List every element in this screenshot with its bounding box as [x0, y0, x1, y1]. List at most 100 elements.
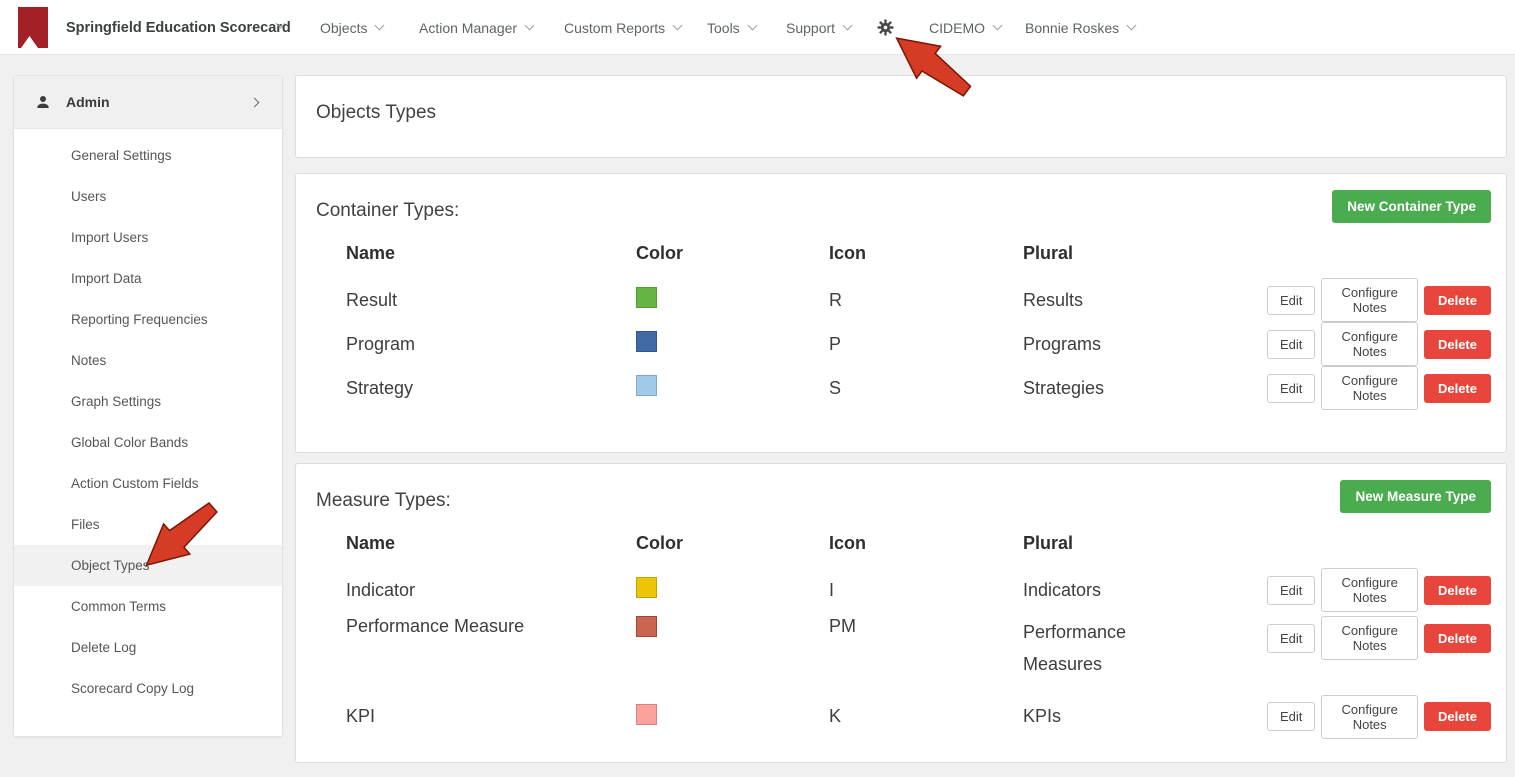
sidebar-item-graph-settings[interactable]: Graph Settings — [14, 381, 282, 422]
table-row-strategy: Strategy S Strategies Edit Configure Not… — [346, 366, 1491, 410]
nav-custom-reports[interactable]: Custom Reports — [564, 0, 683, 55]
sidebar-item-label: Users — [71, 189, 107, 204]
sidebar-item-label: Delete Log — [71, 640, 137, 655]
edit-button[interactable]: Edit — [1267, 702, 1316, 732]
sidebar-item-label: Global Color Bands — [71, 435, 189, 450]
sidebar-item-common-terms[interactable]: Common Terms — [14, 586, 282, 627]
sidebar-item-notes[interactable]: Notes — [14, 340, 282, 381]
nav-action-manager-label: Action Manager — [419, 19, 518, 36]
settings-gear-button[interactable] — [877, 0, 894, 55]
configure-notes-button[interactable]: Configure Notes — [1321, 568, 1418, 612]
sidebar-item-action-custom-fields[interactable]: Action Custom Fields — [14, 463, 282, 504]
configure-notes-button[interactable]: Configure Notes — [1321, 322, 1418, 366]
sidebar-item-scorecard-copy-log[interactable]: Scorecard Copy Log — [14, 668, 282, 709]
container-types-title: Container Types: — [316, 200, 460, 221]
sidebar-item-label: Files — [71, 517, 100, 532]
column-header-plural: Plural — [1023, 533, 1074, 553]
delete-button[interactable]: Delete — [1423, 575, 1491, 605]
measure-types-table: Name Color Icon Plural Indicator I Indic… — [346, 533, 1491, 739]
sidebar-item-label: Import Data — [71, 271, 142, 286]
delete-button[interactable]: Delete — [1423, 285, 1491, 315]
edit-button[interactable]: Edit — [1267, 575, 1316, 605]
nav-support-label: Support — [786, 19, 836, 36]
measure-types-title: Measure Types: — [316, 490, 451, 511]
sidebar-item-import-data[interactable]: Import Data — [14, 258, 282, 299]
delete-button[interactable]: Delete — [1423, 373, 1491, 403]
nav-support[interactable]: Support — [786, 0, 853, 55]
sidebar-item-label: Notes — [71, 353, 107, 368]
delete-button[interactable]: Delete — [1423, 329, 1491, 359]
nav-tools[interactable]: Tools — [707, 0, 758, 55]
sidebar-item-import-users[interactable]: Import Users — [14, 217, 282, 258]
scorecard-title[interactable]: Springfield Education Scorecard — [66, 0, 291, 55]
admin-sidebar: Admin General Settings Users Import User… — [13, 75, 283, 737]
chevron-right-icon — [249, 97, 260, 107]
sidebar-item-delete-log[interactable]: Delete Log — [14, 627, 282, 668]
gear-icon — [877, 19, 894, 36]
chevron-down-icon — [842, 20, 853, 31]
sidebar-item-general-settings[interactable]: General Settings — [14, 135, 282, 176]
table-row-result: Result R Results Edit Configure Notes De… — [346, 278, 1491, 322]
type-plural: Performance Measures — [1023, 622, 1127, 675]
new-measure-type-button[interactable]: New Measure Type — [1340, 480, 1491, 513]
column-header-name: Name — [346, 243, 396, 263]
nav-scorecard-switcher[interactable]: CIDEMO — [929, 0, 1003, 55]
nav-custom-reports-label: Custom Reports — [564, 19, 666, 36]
column-header-icon: Icon — [829, 533, 867, 553]
sidebar-item-reporting-frequencies[interactable]: Reporting Frequencies — [14, 299, 282, 340]
column-header-icon: Icon — [829, 243, 867, 263]
container-types-table: Name Color Icon Plural Result R Results … — [346, 243, 1491, 410]
sidebar-item-global-color-bands[interactable]: Global Color Bands — [14, 422, 282, 463]
delete-button[interactable]: Delete — [1423, 623, 1491, 653]
app-logo[interactable] — [18, 0, 48, 55]
chevron-down-icon — [747, 20, 758, 31]
table-row-kpi: KPI K KPIs Edit Configure Notes Delete — [346, 694, 1491, 739]
type-name: Performance Measure — [346, 616, 525, 636]
nav-objects[interactable]: Objects — [320, 0, 385, 55]
top-navbar: Springfield Education Scorecard Objects … — [0, 0, 1515, 55]
type-icon-letter: PM — [829, 616, 856, 636]
type-plural: Indicators — [1023, 579, 1102, 600]
delete-button[interactable]: Delete — [1423, 702, 1491, 732]
new-container-type-button[interactable]: New Container Type — [1332, 190, 1491, 223]
type-plural: Results — [1023, 289, 1084, 310]
chevron-down-icon — [992, 20, 1003, 31]
sidebar-header-label: Admin — [66, 94, 110, 110]
page: Springfield Education Scorecard Objects … — [0, 0, 1515, 777]
column-header-plural: Plural — [1023, 243, 1074, 263]
edit-button[interactable]: Edit — [1267, 329, 1316, 359]
sidebar-item-object-types[interactable]: Object Types — [14, 545, 282, 586]
bookmark-mountain-logo-icon — [18, 7, 48, 48]
user-name-label: Bonnie Roskes — [1025, 19, 1120, 36]
column-header-color: Color — [636, 533, 683, 553]
type-icon-letter: K — [829, 706, 842, 727]
scorecard-switcher-label: CIDEMO — [929, 19, 985, 36]
sidebar-item-label: Import Users — [71, 230, 149, 245]
table-row-performance-measure: Performance Measure PM Performance Measu… — [346, 612, 1491, 681]
table-header-row: Name Color Icon Plural — [346, 243, 1491, 264]
edit-button[interactable]: Edit — [1267, 373, 1316, 403]
page-title-panel: Objects Types — [295, 75, 1507, 158]
type-plural: KPIs — [1023, 706, 1062, 727]
nav-tools-label: Tools — [707, 19, 740, 36]
table-row-program: Program P Programs Edit Configure Notes … — [346, 322, 1491, 366]
configure-notes-button[interactable]: Configure Notes — [1321, 694, 1418, 739]
configure-notes-button[interactable]: Configure Notes — [1321, 616, 1418, 660]
sidebar-item-files[interactable]: Files — [14, 504, 282, 545]
configure-notes-button[interactable]: Configure Notes — [1321, 366, 1418, 410]
edit-button[interactable]: Edit — [1267, 623, 1316, 653]
nav-action-manager[interactable]: Action Manager — [419, 0, 535, 55]
column-header-color: Color — [636, 243, 683, 263]
edit-button[interactable]: Edit — [1267, 285, 1316, 315]
sidebar-item-label: General Settings — [71, 148, 172, 163]
user-menu[interactable]: Bonnie Roskes — [1025, 0, 1137, 55]
sidebar-item-label: Common Terms — [71, 599, 167, 614]
type-name: Indicator — [346, 579, 416, 600]
sidebar-header-admin[interactable]: Admin — [14, 76, 282, 129]
chevron-down-icon — [524, 20, 535, 31]
configure-notes-button[interactable]: Configure Notes — [1321, 278, 1418, 322]
sidebar-item-users[interactable]: Users — [14, 176, 282, 217]
nav-objects-label: Objects — [320, 19, 368, 36]
type-icon-letter: R — [829, 289, 842, 310]
color-swatch — [636, 287, 657, 308]
